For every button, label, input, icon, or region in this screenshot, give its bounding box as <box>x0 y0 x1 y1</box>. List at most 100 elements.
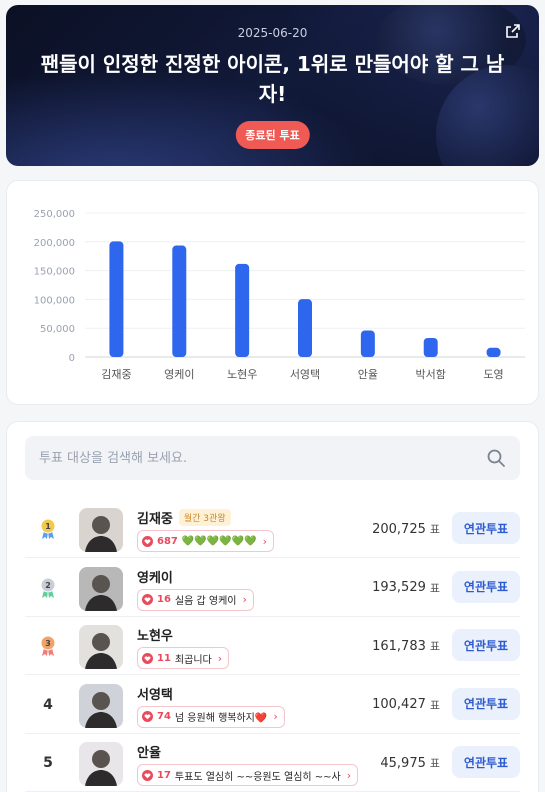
name-line: 김재중 월간 3관왕 <box>137 508 231 527</box>
heart-icon <box>142 594 153 605</box>
chart-bar[interactable] <box>172 245 187 357</box>
y-tick-label: 50,000 <box>40 324 75 335</box>
vote-unit: 표 <box>429 640 440 653</box>
candidate-row[interactable]: 4 서영택 74 넘 응원해 행복하지❤️ › 100,427 표 연관투표 <box>25 676 520 734</box>
y-tick-label: 100,000 <box>34 295 75 306</box>
x-tick-label: 박서함 <box>416 368 446 381</box>
cheer-count: 687 <box>157 535 178 547</box>
rank-medal-icon: 3 <box>40 635 56 656</box>
y-tick-label: 250,000 <box>34 209 75 220</box>
rank-number: 4 <box>43 696 53 713</box>
person-avatar-icon <box>85 516 117 552</box>
heart-icon <box>142 535 153 547</box>
candidate-row[interactable]: 5 안율 17 투표도 열심히 ~~응원도 열심히 ~~사 › 45,975 표… <box>25 734 520 792</box>
vote-number: 200,725 <box>372 521 426 537</box>
person-avatar-icon <box>85 574 117 611</box>
related-vote-button[interactable]: 연관투표 <box>452 746 520 778</box>
y-tick-label: 0 <box>69 353 75 364</box>
cheer-text: 최곱니다 <box>174 654 212 666</box>
chevron-right-icon: › <box>346 768 352 782</box>
candidate-row[interactable]: 1 김재중 월간 3관왕 687 💚💚💚💚💚💚 › 200,725 표 연관투표 <box>25 500 520 558</box>
search-input[interactable] <box>25 436 465 480</box>
search-icon[interactable] <box>486 448 506 468</box>
heart-icon <box>142 769 153 781</box>
candidate-row[interactable]: 3 노현우 11 최곱니다 › 161,783 표 연관투표 <box>25 617 520 675</box>
rank: 1 <box>33 500 63 558</box>
y-tick-label: 200,000 <box>34 238 75 249</box>
x-tick-label: 영케이 <box>164 368 194 381</box>
vote-unit: 표 <box>429 581 440 595</box>
cheer-message-chip[interactable]: 687 💚💚💚💚💚💚 › <box>137 530 274 552</box>
chevron-right-icon: › <box>273 710 278 723</box>
cheer-count: 16 <box>157 594 171 605</box>
rank: 2 <box>33 559 63 617</box>
chevron-right-icon: › <box>217 651 223 665</box>
vote-number: 193,529 <box>372 580 426 595</box>
vote-count: 200,725 표 <box>372 500 440 558</box>
person-avatar-icon <box>85 691 117 728</box>
cheer-text: 넘 응원해 행복하지❤️ <box>174 713 268 724</box>
rank: 4 <box>33 676 63 734</box>
heart-icon <box>142 711 153 722</box>
cheer-message-chip[interactable]: 17 투표도 열심히 ~~응원도 열심히 ~~사 › <box>137 764 359 786</box>
rank-medal-icon: 2 <box>40 577 56 598</box>
x-tick-label: 안율 <box>358 368 378 381</box>
external-link-icon[interactable] <box>505 23 521 39</box>
vote-chart-card: 250,000 200,000 150,000 100,000 50,000 0 김재중 영케… <box>6 180 539 405</box>
related-vote-button[interactable]: 연관투표 <box>452 629 520 661</box>
name-line: 영케이 <box>137 567 173 586</box>
vote-count: 45,975 표 <box>380 734 440 792</box>
candidate-name: 김재중 <box>137 512 173 527</box>
cheer-message-chip[interactable]: 74 넘 응원해 행복하지❤️ › <box>137 705 285 728</box>
achievement-badge: 월간 3관왕 <box>178 509 231 526</box>
avatar <box>79 508 123 552</box>
vote-number: 100,427 <box>372 697 426 712</box>
chart-bar[interactable] <box>298 299 312 357</box>
vote-number: 161,783 <box>372 638 426 654</box>
name-line: 서영택 <box>137 684 173 703</box>
cheer-message-chip[interactable]: 11 최곱니다 › <box>137 647 230 669</box>
candidate-row[interactable]: 2 영케이 16 실음 갑 영케이 › 193,529 표 연관투표 <box>25 559 520 617</box>
cheer-text: 투표도 열심히 ~~응원도 열심히 ~~사 <box>174 771 341 783</box>
related-vote-button[interactable]: 연관투표 <box>452 570 520 603</box>
chart-bar[interactable] <box>423 337 438 357</box>
avatar <box>79 683 123 728</box>
vote-title: 팬들이 인정한 진정한 아이콘, 1위로 만들어야 할 그 남자! <box>40 52 505 106</box>
svg-text:1: 1 <box>45 522 51 531</box>
vote-date: 2025-06-20 <box>237 26 308 40</box>
svg-text:3: 3 <box>45 639 51 648</box>
name-line: 노현우 <box>137 625 173 644</box>
vote-unit: 표 <box>429 757 440 770</box>
heart-icon <box>142 652 153 664</box>
status-badge: 종료된 투표 <box>235 121 310 149</box>
vote-bar-chart: 250,000 200,000 150,000 100,000 50,000 0 김재중 영케… <box>34 209 525 381</box>
cheer-text: 실음 갑 영케이 <box>174 596 237 607</box>
avatar <box>79 566 123 611</box>
cheer-message-chip[interactable]: 16 실음 갑 영케이 › <box>137 588 254 611</box>
related-vote-button[interactable]: 연관투표 <box>452 512 520 544</box>
person-avatar-icon <box>85 750 117 786</box>
chart-bar[interactable] <box>235 263 250 357</box>
rank: 3 <box>33 617 63 675</box>
chevron-right-icon: › <box>262 534 267 548</box>
chart-bar[interactable] <box>360 330 375 357</box>
x-tick-label: 도영 <box>483 368 503 381</box>
vote-count: 100,427 표 <box>372 676 440 734</box>
candidate-name: 안율 <box>137 746 161 761</box>
cheer-count: 11 <box>157 652 171 664</box>
name-line: 안율 <box>137 742 161 761</box>
cheer-count: 74 <box>157 711 171 722</box>
related-vote-button[interactable]: 연관투표 <box>452 687 520 720</box>
chart-bar[interactable] <box>486 347 501 357</box>
search-box <box>25 436 520 480</box>
x-tick-label: 노현우 <box>227 368 257 381</box>
chart-bar[interactable] <box>109 241 124 357</box>
candidate-name: 서영택 <box>137 687 173 703</box>
vote-unit: 표 <box>429 523 440 536</box>
vote-count: 161,783 표 <box>372 617 440 675</box>
y-tick-label: 150,000 <box>34 267 75 278</box>
candidate-name: 노현우 <box>137 629 173 644</box>
x-tick-label: 김재중 <box>101 368 131 381</box>
rank-number: 5 <box>43 755 53 771</box>
chevron-right-icon: › <box>242 593 247 606</box>
